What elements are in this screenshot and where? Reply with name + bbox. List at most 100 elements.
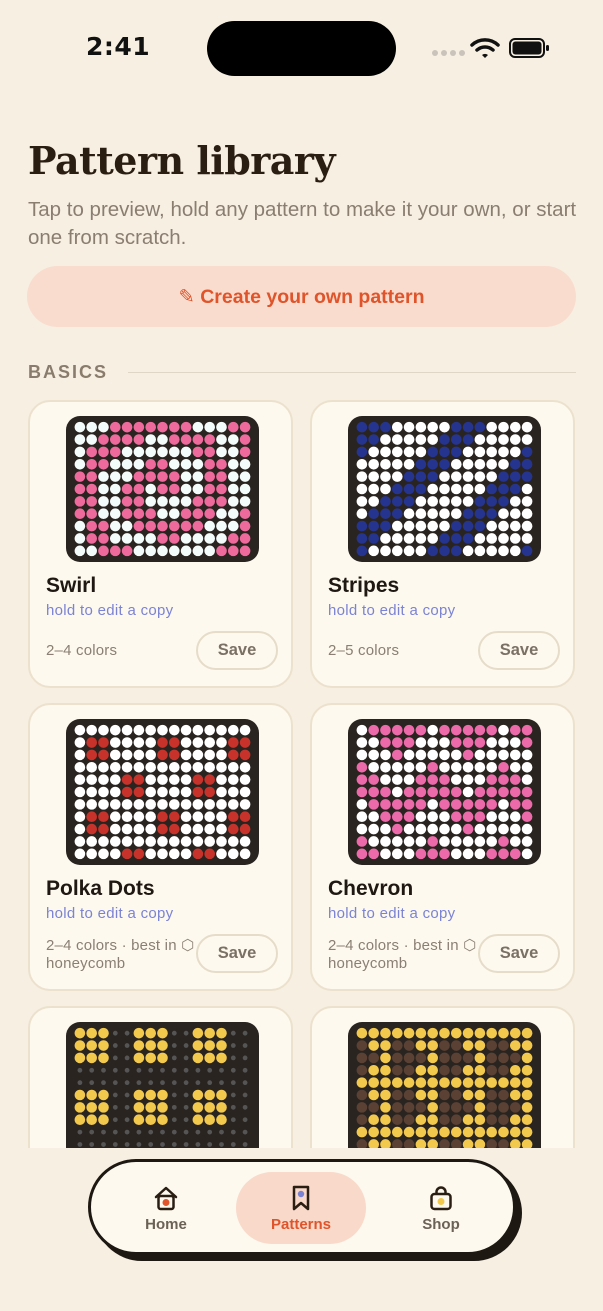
bead bbox=[356, 811, 368, 823]
tab-shop[interactable]: Shop bbox=[376, 1172, 506, 1244]
create-pattern-button[interactable]: ✎ Create your own pattern bbox=[27, 266, 576, 327]
bead bbox=[474, 786, 486, 798]
bead bbox=[486, 823, 497, 835]
bead bbox=[427, 446, 438, 458]
bead bbox=[415, 836, 427, 847]
bead bbox=[380, 508, 391, 520]
bead bbox=[439, 458, 450, 470]
bead bbox=[356, 761, 368, 773]
bead bbox=[216, 823, 227, 835]
bead bbox=[392, 496, 403, 507]
bead bbox=[145, 724, 156, 736]
bead bbox=[521, 1064, 533, 1076]
bead bbox=[110, 761, 121, 773]
pattern-card-polka-dots[interactable]: Polka Dots hold to edit a copy 2–4 color… bbox=[28, 703, 293, 991]
bead bbox=[474, 520, 486, 532]
bead bbox=[133, 737, 145, 748]
bead bbox=[180, 786, 192, 798]
bead bbox=[180, 471, 192, 482]
bead bbox=[462, 786, 474, 798]
bead bbox=[110, 786, 121, 798]
bead bbox=[98, 786, 109, 798]
bead bbox=[427, 1027, 438, 1039]
bead bbox=[121, 483, 133, 495]
bead bbox=[74, 458, 86, 470]
bead bbox=[498, 761, 509, 773]
bead bbox=[183, 1067, 189, 1073]
save-button[interactable]: Save bbox=[478, 631, 560, 670]
bead bbox=[124, 1104, 130, 1110]
bead bbox=[121, 761, 133, 773]
bead bbox=[207, 1080, 213, 1086]
pattern-title: Polka Dots bbox=[46, 877, 155, 900]
bead bbox=[239, 446, 251, 458]
bead bbox=[510, 1102, 521, 1113]
tab-patterns[interactable]: Patterns bbox=[236, 1172, 366, 1244]
pattern-card-honeycomb[interactable] bbox=[310, 1006, 575, 1148]
pattern-card-checker[interactable] bbox=[28, 1006, 293, 1148]
bead bbox=[133, 1089, 145, 1101]
bead bbox=[74, 811, 86, 823]
bead bbox=[228, 545, 239, 557]
bead bbox=[415, 1027, 427, 1039]
bead bbox=[74, 1114, 86, 1126]
bead bbox=[498, 533, 509, 544]
bead bbox=[157, 786, 168, 798]
bead bbox=[380, 446, 391, 458]
bead bbox=[439, 1089, 450, 1101]
bead bbox=[145, 848, 156, 860]
save-button[interactable]: Save bbox=[478, 934, 560, 973]
bead bbox=[415, 737, 427, 748]
bead bbox=[180, 446, 192, 458]
save-button[interactable]: Save bbox=[196, 631, 278, 670]
pattern-card-swirl[interactable]: Swirl hold to edit a copy 2–4 colors Sav… bbox=[28, 400, 293, 688]
bead bbox=[169, 823, 180, 835]
bead bbox=[228, 737, 239, 748]
bead bbox=[157, 1027, 168, 1039]
bead bbox=[368, 446, 379, 458]
bead bbox=[415, 811, 427, 823]
bead bbox=[451, 1064, 462, 1076]
bead bbox=[180, 496, 192, 507]
shopping-bag-icon bbox=[430, 1185, 452, 1210]
bead bbox=[439, 434, 450, 445]
bead bbox=[145, 823, 156, 835]
bead bbox=[230, 1043, 236, 1048]
pattern-card-chevron[interactable]: Chevron hold to edit a copy 2–4 colors ·… bbox=[310, 703, 575, 991]
bead bbox=[462, 1102, 474, 1113]
bead bbox=[392, 823, 403, 835]
bead bbox=[228, 533, 239, 544]
bead bbox=[392, 545, 403, 557]
bead bbox=[462, 483, 474, 495]
bead bbox=[439, 1040, 450, 1051]
bead bbox=[121, 446, 133, 458]
bead bbox=[474, 1089, 486, 1101]
bead bbox=[474, 823, 486, 835]
bead bbox=[451, 458, 462, 470]
bead bbox=[242, 1142, 248, 1147]
bead bbox=[474, 458, 486, 470]
pattern-card-stripes[interactable]: Stripes hold to edit a copy 2–5 colors S… bbox=[310, 400, 575, 688]
bead bbox=[77, 1129, 83, 1135]
bead bbox=[427, 1064, 438, 1076]
bead bbox=[498, 483, 509, 495]
bead bbox=[486, 471, 497, 482]
bead bbox=[98, 799, 109, 810]
bead bbox=[133, 533, 145, 544]
bead bbox=[230, 1129, 236, 1135]
tab-home[interactable]: Home bbox=[101, 1172, 231, 1244]
bead bbox=[521, 483, 533, 495]
bead bbox=[204, 811, 215, 823]
bead bbox=[216, 545, 227, 557]
bead bbox=[439, 836, 450, 847]
bead bbox=[228, 774, 239, 785]
bead bbox=[169, 724, 180, 736]
page-subtitle: Tap to preview, hold any pattern to make… bbox=[28, 198, 577, 249]
bead bbox=[124, 1129, 130, 1135]
save-button[interactable]: Save bbox=[196, 934, 278, 973]
bead bbox=[498, 823, 509, 835]
bead bbox=[157, 1102, 168, 1113]
bead bbox=[510, 434, 521, 445]
bead bbox=[498, 545, 509, 557]
bead bbox=[415, 1040, 427, 1051]
